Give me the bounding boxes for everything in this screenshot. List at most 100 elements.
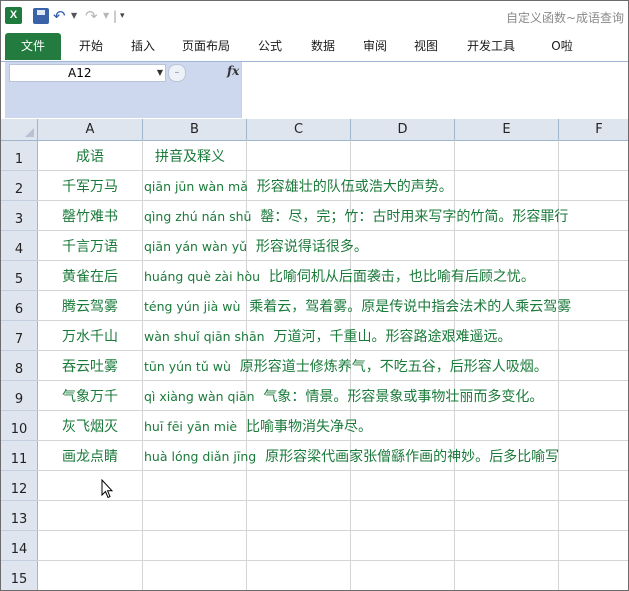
pinyin-text: téng yún jià wù	[144, 299, 241, 314]
cell-definition[interactable]: qiān yán wàn yǔ 形容说得话很多。	[144, 236, 368, 256]
cell-definition[interactable]: huáng què zài hòu 比喻伺机从后面袭击，也比喻有后顾之忧。	[144, 266, 535, 286]
row-header[interactable]: 15	[1, 561, 38, 590]
customize-toolbar-icon[interactable]: ▾	[120, 7, 125, 25]
cell-definition[interactable]: huà lóng diǎn jīng 原形容梁代画家张僧繇作画的神妙。后多比喻写	[144, 446, 559, 466]
row-number: 1	[14, 152, 24, 167]
ribbon-tabs: 文件 开始 插入 页面布局 公式 数据 审阅 视图 开发工具 O啦	[1, 31, 628, 62]
gridline	[37, 230, 628, 231]
meaning-text: 形容雄壮的队伍或浩大的声势。	[256, 179, 453, 195]
cell-definition[interactable]: huī fēi yān miè 比喻事物消失净尽。	[144, 416, 372, 436]
tab-file[interactable]: 文件	[5, 33, 61, 60]
gridline	[37, 440, 628, 441]
gridline	[37, 410, 628, 411]
row-header[interactable]: 8	[1, 351, 38, 381]
tab-view[interactable]: 视图	[407, 31, 445, 61]
column-header-a[interactable]: A	[38, 119, 143, 141]
row-number: 10	[10, 422, 28, 437]
cell-definition[interactable]: qì xiàng wàn qiān 气象：情景。形容景象或事物壮丽而多变化。	[144, 386, 543, 406]
row-header[interactable]: 10	[1, 411, 38, 441]
cell-definition[interactable]: qìng zhú nán shū 罄：尽，完；竹：古时用来写字的竹简。形容罪行	[144, 206, 568, 226]
column-header-e[interactable]: E	[455, 119, 559, 141]
window-title: 自定义函数~成语查询	[505, 11, 624, 25]
cell-idiom[interactable]: 千言万语	[38, 236, 142, 256]
tab-review[interactable]: 审阅	[356, 31, 394, 61]
row-header[interactable]: 4	[1, 231, 38, 261]
tab-data[interactable]: 数据	[304, 31, 342, 61]
cell-idiom[interactable]: 灰飞烟灭	[38, 416, 142, 436]
cell-idiom[interactable]: 黄雀在后	[38, 266, 142, 286]
cell-definition[interactable]: tūn yún tǔ wù 原形容道士修炼养气，不吃五谷，后形容人吸烟。	[144, 356, 548, 376]
insert-function-icon[interactable]: fx	[227, 64, 239, 78]
select-all-button[interactable]	[1, 119, 38, 141]
row-number: 5	[14, 272, 24, 287]
gridline	[37, 350, 628, 351]
pinyin-text: qiān yán wàn yǔ	[144, 239, 248, 254]
cell-idiom[interactable]: 万水千山	[38, 326, 142, 346]
formula-input[interactable]	[241, 62, 628, 118]
tab-ola[interactable]: O啦	[542, 31, 582, 61]
cell-idiom[interactable]: 千军万马	[38, 176, 142, 196]
meaning-text: 比喻事物消失净尽。	[246, 419, 373, 435]
row-number: 2	[14, 182, 24, 197]
pinyin-text: tūn yún tǔ wù	[144, 359, 231, 374]
chevron-down-icon[interactable]: ▼	[157, 65, 163, 81]
row-header[interactable]: 14	[1, 531, 38, 561]
cell-idiom[interactable]: 画龙点睛	[38, 446, 142, 466]
meaning-text: 乘着云，驾着雾。原是传说中指会法术的人乘云驾雾	[249, 299, 572, 315]
pinyin-text: huī fēi yān miè	[144, 419, 238, 434]
row-number: 4	[14, 242, 24, 257]
column-header-c[interactable]: C	[247, 119, 351, 141]
row-header[interactable]: 6	[1, 291, 38, 321]
tab-page-layout[interactable]: 页面布局	[177, 31, 235, 61]
row-number: 11	[10, 452, 28, 467]
tab-formulas[interactable]: 公式	[251, 31, 289, 61]
meaning-text: 原形容梁代画家张僧繇作画的神妙。后多比喻写	[265, 449, 560, 465]
cell-definition[interactable]: qiān jūn wàn mǎ 形容雄壮的队伍或浩大的声势。	[144, 176, 453, 196]
row-header[interactable]: 2	[1, 171, 38, 201]
redo-icon[interactable]: ↷	[85, 7, 98, 25]
row-number: 8	[14, 362, 24, 377]
formula-bar: A12 ▼ – fx	[1, 62, 628, 118]
cell-definition[interactable]: téng yún jià wù 乘着云，驾着雾。原是传说中指会法术的人乘云驾雾	[144, 296, 571, 316]
column-header-d[interactable]: D	[351, 119, 455, 141]
undo-dropdown-icon[interactable]: ▼	[71, 7, 77, 25]
title-bar: X ↶ ▼ ↷ ▼ | ▾ 自定义函数~成语查询	[1, 1, 628, 31]
row-header[interactable]: 11	[1, 441, 38, 471]
row-header[interactable]: 1	[1, 141, 38, 171]
column-header-f[interactable]: F	[559, 119, 628, 141]
tab-insert[interactable]: 插入	[123, 31, 163, 61]
save-icon[interactable]	[33, 8, 49, 24]
tab-home[interactable]: 开始	[69, 31, 113, 61]
meaning-text: 气象：情景。形容景象或事物壮丽而多变化。	[263, 389, 544, 405]
excel-app-icon[interactable]: X	[5, 7, 22, 24]
row-number: 12	[10, 482, 28, 497]
pinyin-text: qìng zhú nán shū	[144, 209, 252, 224]
pinyin-text: huáng què zài hòu	[144, 269, 261, 284]
meaning-text: 原形容道士修炼养气，不吃五谷，后形容人吸烟。	[239, 359, 548, 375]
cell-a1[interactable]: 成语	[38, 146, 142, 166]
mouse-pointer-icon	[101, 479, 113, 499]
name-box[interactable]: A12 ▼	[9, 64, 166, 82]
undo-icon[interactable]: ↶	[53, 7, 66, 25]
cell-idiom[interactable]: 罄竹难书	[38, 206, 142, 226]
pinyin-text: huà lóng diǎn jīng	[144, 449, 257, 464]
row-header[interactable]: 13	[1, 501, 38, 531]
cell-b1[interactable]: 拼音及释义	[155, 146, 225, 166]
column-header-b[interactable]: B	[143, 119, 247, 141]
meaning-text: 形容说得话很多。	[255, 239, 368, 255]
cell-definition[interactable]: wàn shuǐ qiān shān 万道河，千重山。形容路途艰难遥远。	[144, 326, 511, 346]
gridline	[37, 290, 628, 291]
row-header[interactable]: 9	[1, 381, 38, 411]
redo-dropdown-icon[interactable]: ▼	[103, 7, 109, 25]
row-header[interactable]: 5	[1, 261, 38, 291]
cell-idiom[interactable]: 腾云驾雾	[38, 296, 142, 316]
row-header[interactable]: 12	[1, 471, 38, 501]
tab-developer[interactable]: 开发工具	[459, 31, 523, 61]
cell-idiom[interactable]: 气象万千	[38, 386, 142, 406]
row-header[interactable]: 7	[1, 321, 38, 351]
cell-idiom[interactable]: 吞云吐雾	[38, 356, 142, 376]
name-box-area: A12 ▼ – fx	[5, 62, 241, 118]
row-number: 15	[10, 572, 28, 587]
cancel-icon[interactable]: –	[168, 64, 186, 82]
row-header[interactable]: 3	[1, 201, 38, 231]
